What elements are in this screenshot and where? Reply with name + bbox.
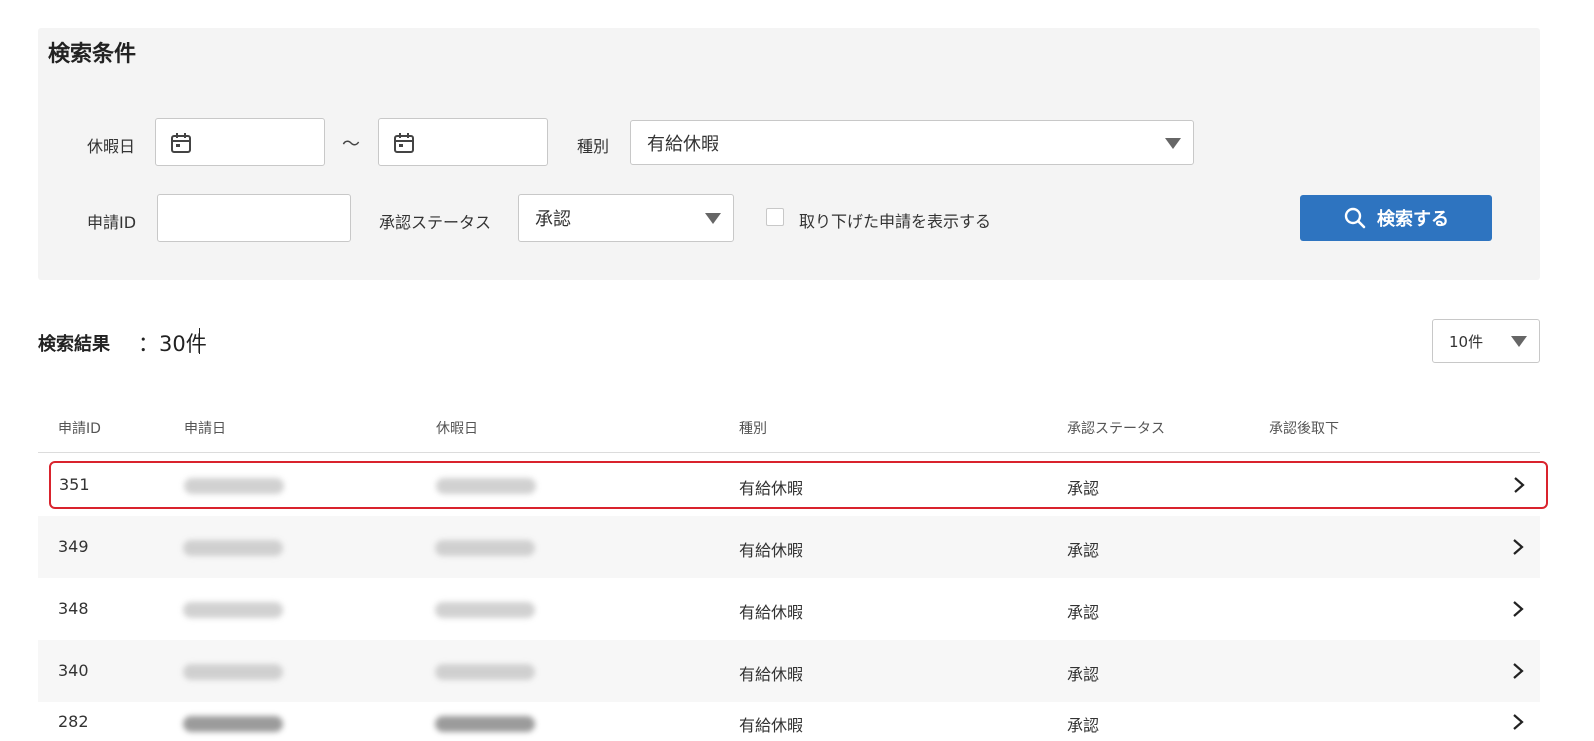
row-approval-status: 承認	[1067, 479, 1100, 498]
chevron-right-icon[interactable]	[1511, 537, 1525, 557]
type-select[interactable]: 有給休暇	[630, 120, 1194, 165]
row-approval-status: 承認	[1067, 603, 1100, 622]
row-application-id: 282	[58, 712, 89, 731]
chevron-down-icon	[1511, 336, 1527, 347]
approval-status-select[interactable]: 承認	[518, 194, 734, 242]
calendar-icon[interactable]	[170, 132, 192, 154]
column-header-approval-status: 承認ステータス	[1067, 421, 1165, 437]
row-application-id: 348	[58, 599, 89, 618]
chevron-right-icon[interactable]	[1511, 661, 1525, 681]
chevron-down-icon	[1165, 137, 1181, 149]
show-withdrawn-checkbox[interactable]	[766, 208, 784, 226]
column-header-post-approval-withdrawal: 承認後取下	[1269, 421, 1339, 437]
column-header-holiday-date: 休暇日	[436, 421, 478, 437]
calendar-icon[interactable]	[393, 132, 415, 154]
per-page-select[interactable]: 10件	[1432, 319, 1540, 363]
type-select-value: 有給休暇	[647, 133, 719, 155]
search-results-title: 検索結果	[38, 334, 110, 355]
row-application-date-redacted	[183, 664, 283, 680]
row-type: 有給休暇	[739, 603, 804, 622]
search-results-count: ：30件	[138, 332, 207, 356]
row-type: 有給休暇	[739, 479, 804, 498]
row-application-date-redacted	[183, 540, 283, 556]
row-holiday-date-redacted	[435, 716, 535, 732]
row-application-id: 351	[59, 475, 90, 494]
row-holiday-date-redacted	[436, 478, 536, 494]
per-page-value: 10件	[1449, 332, 1484, 351]
type-label: 種別	[577, 137, 610, 156]
holiday-date-label: 休暇日	[87, 137, 136, 156]
chevron-right-icon[interactable]	[1511, 712, 1525, 732]
table-row[interactable]: 282 有給休暇 承認	[38, 702, 1540, 741]
row-application-date-redacted	[183, 602, 283, 618]
row-application-id: 349	[58, 537, 89, 556]
row-approval-status: 承認	[1067, 665, 1100, 684]
table-row[interactable]: 351 有給休暇 承認	[49, 461, 1548, 509]
row-approval-status: 承認	[1067, 541, 1100, 560]
results-table-header: 申請ID 申請日 休暇日 種別 承認ステータス 承認後取下	[38, 412, 1540, 453]
row-approval-status: 承認	[1067, 716, 1100, 735]
holiday-date-from-input[interactable]	[155, 118, 325, 166]
chevron-right-icon[interactable]	[1512, 475, 1526, 495]
holiday-date-to-input[interactable]	[378, 118, 548, 166]
column-header-application-id: 申請ID	[58, 421, 101, 437]
text-cursor	[199, 328, 200, 354]
table-row[interactable]: 349 有給休暇 承認	[38, 516, 1540, 578]
table-row[interactable]: 340 有給休暇 承認	[38, 640, 1540, 702]
row-type: 有給休暇	[739, 665, 804, 684]
search-button[interactable]: 検索する	[1300, 195, 1492, 241]
application-id-label: 申請ID	[87, 213, 137, 232]
row-type: 有給休暇	[739, 716, 804, 735]
row-holiday-date-redacted	[435, 602, 535, 618]
application-id-input[interactable]	[157, 194, 351, 242]
approval-status-label: 承認ステータス	[379, 213, 492, 232]
column-header-type: 種別	[739, 421, 767, 437]
row-type: 有給休暇	[739, 541, 804, 560]
row-holiday-date-redacted	[435, 540, 535, 556]
row-application-id: 340	[58, 661, 89, 680]
chevron-down-icon	[705, 213, 721, 224]
search-icon	[1344, 207, 1366, 229]
search-conditions-title: 検索条件	[48, 42, 137, 67]
approval-status-value: 承認	[535, 209, 571, 230]
chevron-right-icon[interactable]	[1511, 599, 1525, 619]
date-range-separator: ～	[342, 134, 360, 155]
row-application-date-redacted	[184, 478, 284, 494]
show-withdrawn-label[interactable]: 取り下げた申請を表示する	[799, 208, 991, 232]
table-row[interactable]: 348 有給休暇 承認	[38, 578, 1540, 640]
row-application-date-redacted	[183, 716, 283, 732]
column-header-application-date: 申請日	[184, 421, 226, 437]
search-button-label: 検索する	[1377, 209, 1449, 230]
row-holiday-date-redacted	[435, 664, 535, 680]
